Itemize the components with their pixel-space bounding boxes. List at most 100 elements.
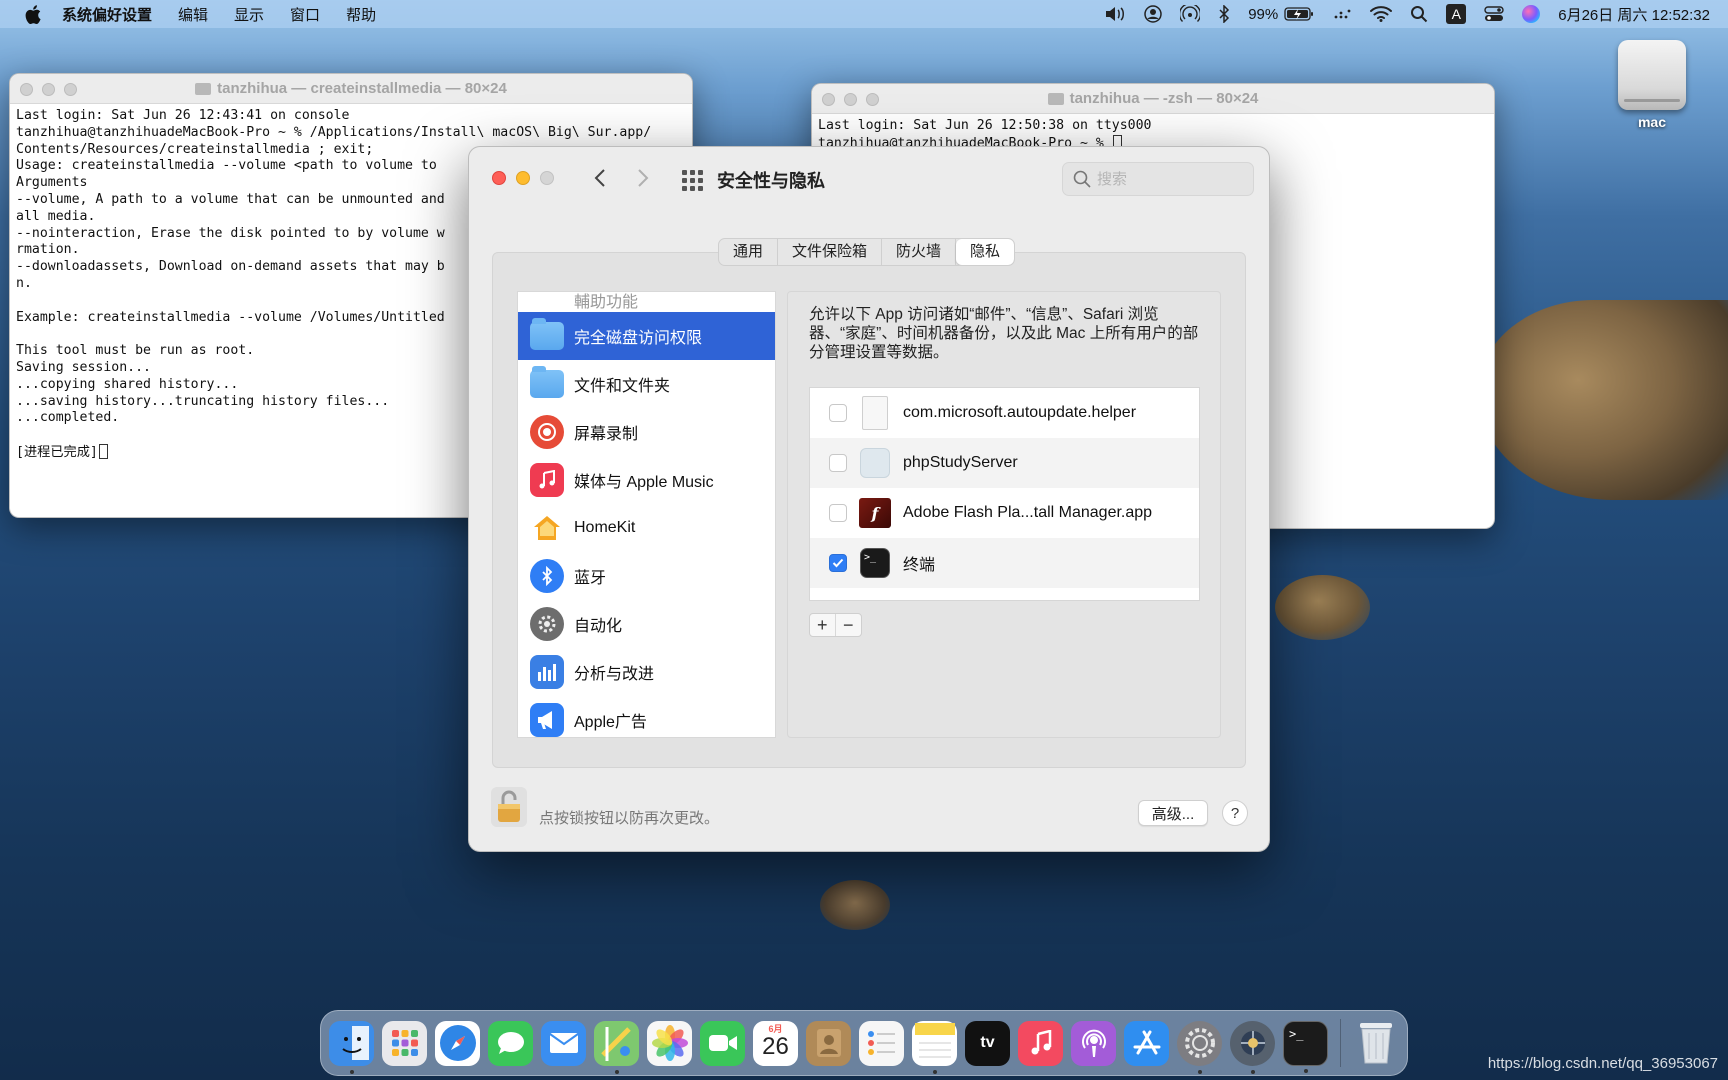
sidebar-item-homekit[interactable]: HomeKit: [518, 504, 775, 552]
search-input[interactable]: [1097, 170, 1237, 188]
add-app-button[interactable]: +: [810, 614, 836, 636]
dots-status-icon[interactable]: [1332, 7, 1352, 21]
contacts-icon[interactable]: [806, 1020, 851, 1066]
security-privacy-window[interactable]: 安全性与隐私 通用 文件保险箱 防火墙 隐私 輔助功能 完全磁盘访问权限 文件和…: [468, 146, 1270, 852]
sidebar-item-files-folders[interactable]: 文件和文件夹: [518, 360, 775, 408]
menu-app-name[interactable]: 系统偏好设置: [62, 4, 152, 25]
app-checkbox[interactable]: [829, 504, 847, 522]
running-indicator: [1197, 1069, 1202, 1074]
migration-assistant-icon[interactable]: [1230, 1020, 1275, 1074]
airdrop-icon[interactable]: [1180, 5, 1201, 23]
list-item[interactable]: phpStudyServer: [810, 438, 1199, 488]
system-preferences-icon[interactable]: [1177, 1020, 1222, 1074]
sidebar-item-media-music[interactable]: 媒体与 Apple Music: [518, 456, 775, 504]
app-checkbox[interactable]: [829, 454, 847, 472]
sidebar-item-screen-recording[interactable]: 屏幕录制: [518, 408, 775, 456]
chevron-right-icon: [638, 169, 649, 187]
reminders-icon[interactable]: [859, 1020, 904, 1066]
apple-tv-icon[interactable]: tv: [965, 1020, 1010, 1066]
spotlight-search-icon[interactable]: [1410, 5, 1428, 23]
battery-icon[interactable]: [1284, 6, 1314, 22]
help-button[interactable]: ?: [1222, 800, 1248, 826]
safari-icon[interactable]: [435, 1020, 480, 1066]
minimize-button[interactable]: [42, 83, 55, 96]
close-button[interactable]: [20, 83, 33, 96]
close-button[interactable]: [492, 171, 506, 185]
sidebar-item-partial[interactable]: 輔助功能: [518, 292, 775, 312]
volume-icon[interactable]: [1104, 6, 1126, 22]
sidebar-item-automation[interactable]: 自动化: [518, 600, 775, 648]
terminal-title: tanzhihua — -zsh — 80×24: [1047, 90, 1258, 107]
text-cursor: [98, 443, 108, 459]
list-item[interactable]: f Adobe Flash Pla...tall Manager.app: [810, 488, 1199, 538]
terminal-app-icon[interactable]: >_: [1283, 1020, 1328, 1073]
sidebar-item-apple-ads[interactable]: Apple广告: [518, 696, 775, 737]
megaphone-icon: [530, 703, 564, 737]
zoom-button[interactable]: [64, 83, 77, 96]
forward-button[interactable]: [630, 165, 656, 191]
siri-icon[interactable]: [1522, 5, 1541, 23]
tab-filevault[interactable]: 文件保险箱: [778, 239, 883, 265]
mail-icon[interactable]: [541, 1020, 586, 1066]
terminal-titlebar[interactable]: tanzhihua — createinstallmedia — 80×24: [10, 74, 692, 104]
tab-firewall[interactable]: 防火墙: [882, 239, 957, 265]
show-all-grid-icon[interactable]: [679, 167, 703, 191]
tab-general[interactable]: 通用: [719, 239, 779, 265]
calendar-day: 26: [762, 1032, 789, 1060]
facetime-icon[interactable]: [700, 1020, 745, 1066]
screen-record-icon: [530, 415, 564, 449]
messages-icon[interactable]: [488, 1020, 533, 1066]
zoom-button[interactable]: [866, 93, 879, 106]
folder-icon: [530, 318, 564, 350]
wifi-icon[interactable]: [1370, 6, 1393, 22]
menu-window[interactable]: 窗口: [290, 4, 320, 25]
desktop-drive-mac[interactable]: mac: [1612, 40, 1692, 130]
search-field[interactable]: [1062, 162, 1254, 196]
menubar-clock[interactable]: 6月26日 周六 12:52:32: [1558, 4, 1710, 25]
remove-app-button[interactable]: −: [836, 614, 861, 636]
sidebar-item-full-disk-access[interactable]: 完全磁盘访问权限: [518, 312, 775, 360]
user-account-icon[interactable]: [1144, 5, 1162, 23]
finder-icon[interactable]: [329, 1020, 374, 1074]
podcasts-icon[interactable]: [1071, 1020, 1116, 1066]
running-indicator: [932, 1069, 937, 1074]
maps-icon[interactable]: [594, 1020, 639, 1074]
menu-edit[interactable]: 编辑: [178, 4, 208, 25]
list-item[interactable]: com.microsoft.autoupdate.helper: [810, 388, 1199, 438]
trash-icon[interactable]: [1353, 1021, 1398, 1066]
flash-icon: f: [859, 496, 891, 530]
app-name: 终端: [903, 557, 936, 574]
minimize-button[interactable]: [516, 171, 530, 185]
home-icon: [530, 511, 564, 545]
back-button[interactable]: [587, 165, 613, 191]
menu-view[interactable]: 显示: [234, 4, 264, 25]
sidebar-item-bluetooth[interactable]: 蓝牙: [518, 552, 775, 600]
advanced-button[interactable]: 高级...: [1138, 800, 1208, 826]
app-checkbox-checked[interactable]: [829, 554, 847, 572]
app-checkbox[interactable]: [829, 404, 847, 422]
list-item[interactable]: >_ 终端: [810, 538, 1199, 588]
apple-menu-icon[interactable]: [22, 3, 44, 25]
launchpad-icon[interactable]: [382, 1020, 427, 1066]
control-center-icon[interactable]: [1484, 5, 1504, 23]
allowed-apps-list[interactable]: com.microsoft.autoupdate.helper phpStudy…: [809, 387, 1200, 601]
input-method-icon[interactable]: A: [1446, 4, 1467, 24]
music-icon[interactable]: [1018, 1020, 1063, 1066]
calendar-icon[interactable]: 6月 26: [753, 1020, 798, 1066]
photos-icon[interactable]: [647, 1020, 692, 1066]
terminal-titlebar[interactable]: tanzhihua — -zsh — 80×24: [812, 84, 1494, 114]
zoom-button[interactable]: [540, 171, 554, 185]
tab-privacy[interactable]: 隐私: [956, 239, 1015, 265]
lock-button[interactable]: [491, 787, 527, 827]
privacy-category-list[interactable]: 輔助功能 完全磁盘访问权限 文件和文件夹 屏幕录制 媒体与 Apple Musi…: [517, 291, 776, 738]
close-button[interactable]: [822, 93, 835, 106]
notes-icon[interactable]: [912, 1020, 957, 1074]
bluetooth-status-icon[interactable]: [1218, 5, 1230, 23]
music-note-icon: [530, 463, 564, 497]
sidebar-item-label: 蓝牙: [574, 570, 607, 587]
menu-help[interactable]: 帮助: [346, 4, 376, 25]
app-name: phpStudyServer: [903, 454, 1018, 471]
sidebar-item-analytics[interactable]: 分析与改进: [518, 648, 775, 696]
app-store-icon[interactable]: [1124, 1020, 1169, 1066]
minimize-button[interactable]: [844, 93, 857, 106]
